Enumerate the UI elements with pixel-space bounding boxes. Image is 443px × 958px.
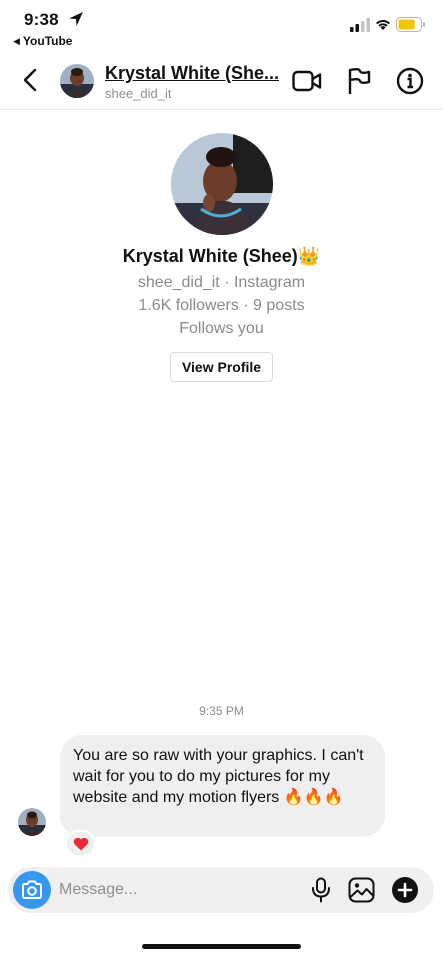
back-arrow-icon[interactable] [18,66,44,94]
battery-icon [396,17,425,32]
back-to-app-link[interactable]: ◀ YouTube [13,34,72,48]
status-bar: 9:38 ◀ YouTube [0,0,443,52]
header-display-name[interactable]: Krystal White (She... [105,63,285,84]
cellular-signal-icon [350,18,370,32]
location-arrow-icon [69,12,83,26]
status-time: 9:38 [24,10,59,29]
heart-icon [73,837,88,850]
profile-handle: shee_did_it · Instagram [137,274,306,291]
message-bubble[interactable]: You are so raw with your graphics. I can… [60,735,385,837]
back-triangle-icon: ◀ [13,36,20,46]
camera-button[interactable] [13,871,51,909]
profile-display-name: Krystal White (Shee)👑 [0,246,443,267]
message-composer [8,867,434,913]
header-avatar[interactable] [60,64,94,98]
info-icon[interactable] [396,67,424,95]
plus-icon[interactable] [392,877,418,903]
back-app-label: YouTube [22,34,73,48]
flag-icon[interactable] [347,67,371,95]
home-indicator[interactable] [142,944,301,949]
profile-name-text: Krystal White (Shee) [122,246,298,266]
wifi-icon [376,20,390,30]
chat-header: Krystal White (She... shee_did_it [0,52,443,110]
follows-you-label: Follows you [179,320,264,337]
view-profile-button[interactable]: View Profile [170,352,273,382]
avatar-photo [60,64,94,98]
profile-avatar[interactable] [171,133,273,235]
video-call-icon[interactable] [292,69,322,93]
sender-photo [18,808,46,836]
sender-avatar[interactable] [18,808,46,836]
profile-photo [171,133,273,235]
message-timestamp: 9:35 PM [199,704,244,718]
message-input[interactable] [59,875,299,905]
heart-reaction[interactable] [65,830,96,857]
header-username: shee_did_it [105,86,172,101]
microphone-icon[interactable] [310,877,332,903]
camera-icon [22,880,42,899]
gallery-icon[interactable] [348,877,375,903]
crown-icon: 👑 [297,246,321,266]
profile-stats: 1.6K followers · 9 posts [138,297,305,314]
